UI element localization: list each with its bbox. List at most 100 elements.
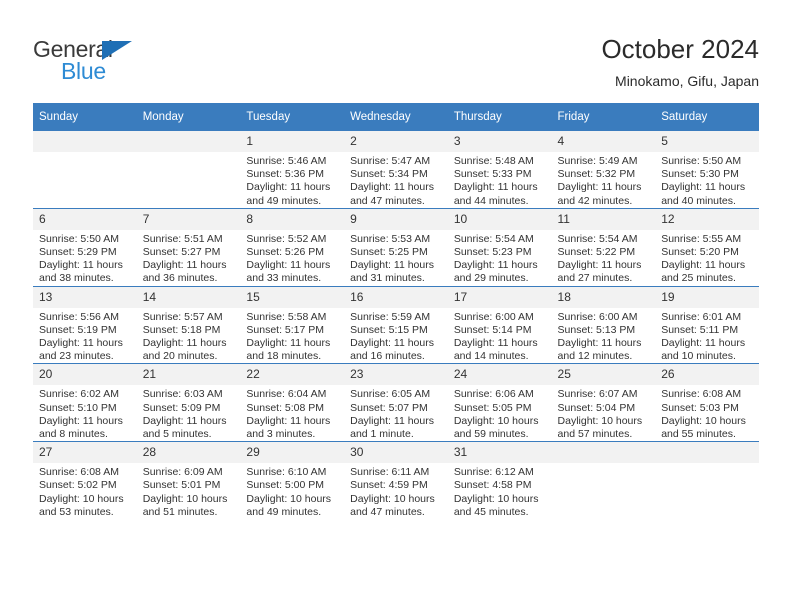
day-details: Sunrise: 6:08 AM Sunset: 5:02 PM Daylight:… <box>33 463 137 519</box>
day-number: 6 <box>33 208 137 230</box>
sunrise-text: Sunrise: 5:54 AM <box>453 232 534 245</box>
daylight-text: Daylight: 11 hours and 47 minutes. <box>350 181 434 207</box>
title-block: October 2024 Minokamo, Gifu, Japan <box>601 33 759 91</box>
day-details: Sunrise: 6:08 AM Sunset: 5:03 PM Daylight:… <box>655 385 759 441</box>
calendar-day-cell[interactable]: 2 Sunrise: 5:47 AM Sunset: 5:34 PM Daylight… <box>344 131 448 208</box>
day-number: 25 <box>551 364 656 386</box>
day-details: Sunrise: 5:50 AM Sunset: 5:29 PM Daylight:… <box>33 230 137 286</box>
sunrise-text: Sunrise: 5:49 AM <box>557 155 638 167</box>
calendar-day-cell[interactable]: 7 Sunrise: 5:51 AM Sunset: 5:27 PM Daylight… <box>136 207 241 287</box>
calendar-page: General Blue October 2024 Minokamo, Gifu… <box>0 0 792 612</box>
calendar-grid: Sunday Monday Tuesday Wednesday Thursday… <box>33 103 759 520</box>
sunrise-text: Sunrise: 6:09 AM <box>142 466 223 479</box>
day-number: 7 <box>136 208 241 230</box>
page-title: October 2024 <box>601 34 759 64</box>
day-number: 31 <box>447 442 552 464</box>
calendar-day-cell[interactable]: 10 Sunrise: 5:54 AM Sunset: 5:23 PM Dayligh… <box>447 207 552 287</box>
sunset-text: Sunset: 5:13 PM <box>557 323 636 336</box>
calendar-week-row: 6 Sunrise: 5:50 AM Sunset: 5:29 PM Daylight… <box>33 207 759 287</box>
day-number: 20 <box>33 364 137 386</box>
weekday-header-friday: Friday <box>551 103 656 131</box>
sunset-text: Sunset: 5:27 PM <box>142 246 221 259</box>
calendar-day-cell[interactable]: 21 Sunrise: 6:03 AM Sunset: 5:09 PM Dayligh… <box>136 363 241 442</box>
sunset-text: Sunset: 5:29 PM <box>39 246 117 259</box>
sunset-text: Sunset: 5:14 PM <box>453 323 532 336</box>
calendar-day-cell[interactable]: 8 Sunrise: 5:52 AM Sunset: 5:26 PM Daylight… <box>240 207 345 287</box>
logo-text-blue: Blue <box>61 58 106 84</box>
daylight-text: Daylight: 11 hours and 1 minute. <box>350 414 434 441</box>
daylight-text: Daylight: 11 hours and 5 minutes. <box>142 414 227 441</box>
calendar-body: 1 Sunrise: 5:46 AM Sunset: 5:36 PM Daylight… <box>33 131 759 520</box>
calendar-day-cell[interactable]: 25 Sunrise: 6:07 AM Sunset: 5:04 PM Dayligh… <box>551 363 656 442</box>
sunset-text: Sunset: 5:00 PM <box>246 479 325 492</box>
calendar-day-cell[interactable]: 1 Sunrise: 5:46 AM Sunset: 5:36 PM Daylight… <box>240 131 345 208</box>
sunset-text: Sunset: 5:11 PM <box>661 323 739 336</box>
sunrise-text: Sunrise: 5:48 AM <box>453 155 534 167</box>
calendar-day-cell[interactable]: 6 Sunrise: 5:50 AM Sunset: 5:29 PM Daylight… <box>33 207 137 287</box>
calendar-day-cell-empty <box>136 131 241 208</box>
calendar-day-cell[interactable]: 22 Sunrise: 6:04 AM Sunset: 5:08 PM Dayligh… <box>240 363 345 442</box>
sunset-text: Sunset: 5:01 PM <box>142 479 221 492</box>
calendar-day-cell[interactable]: 23 Sunrise: 6:05 AM Sunset: 5:07 PM Dayligh… <box>344 363 448 442</box>
day-number: 13 <box>33 286 137 308</box>
calendar-day-cell[interactable]: 19 Sunrise: 6:01 AM Sunset: 5:11 PM Dayligh… <box>655 285 759 364</box>
calendar-day-cell[interactable]: 11 Sunrise: 5:54 AM Sunset: 5:22 PM Dayligh… <box>551 207 656 287</box>
day-number: 5 <box>655 131 759 152</box>
calendar-day-cell[interactable]: 12 Sunrise: 5:55 AM Sunset: 5:20 PM Dayligh… <box>655 207 759 287</box>
day-number: 19 <box>655 286 759 308</box>
calendar-day-cell[interactable]: 5 Sunrise: 5:50 AM Sunset: 5:30 PM Daylight… <box>655 131 759 208</box>
day-details: Sunrise: 6:07 AM Sunset: 5:04 PM Daylight:… <box>552 385 656 441</box>
sunset-text: Sunset: 5:02 PM <box>39 479 117 492</box>
sunrise-text: Sunrise: 6:12 AM <box>453 466 534 479</box>
sunrise-text: Sunrise: 5:46 AM <box>246 155 327 167</box>
sunset-text: Sunset: 5:22 PM <box>557 246 636 259</box>
day-number: 2 <box>344 131 448 152</box>
sunrise-text: Sunrise: 5:55 AM <box>661 232 742 245</box>
calendar-day-cell[interactable]: 30 Sunrise: 6:11 AM Sunset: 4:59 PM Dayligh… <box>344 441 448 520</box>
daylight-text: Daylight: 11 hours and 16 minutes. <box>350 337 434 363</box>
sunrise-text: Sunrise: 5:53 AM <box>350 232 431 245</box>
calendar-day-cell[interactable]: 31 Sunrise: 6:12 AM Sunset: 4:58 PM Dayligh… <box>447 441 552 520</box>
calendar-day-cell[interactable]: 16 Sunrise: 5:59 AM Sunset: 5:15 PM Dayligh… <box>344 285 448 364</box>
calendar-day-cell[interactable]: 14 Sunrise: 5:57 AM Sunset: 5:18 PM Dayligh… <box>136 285 241 364</box>
calendar-week-row: 20 Sunrise: 6:02 AM Sunset: 5:10 PM Dayligh… <box>33 363 759 442</box>
calendar-day-cell[interactable]: 13 Sunrise: 5:56 AM Sunset: 5:19 PM Dayligh… <box>33 285 137 364</box>
daylight-text: Daylight: 11 hours and 14 minutes. <box>453 337 538 363</box>
calendar-day-cell[interactable]: 29 Sunrise: 6:10 AM Sunset: 5:00 PM Dayligh… <box>240 441 345 520</box>
daylight-text: Daylight: 10 hours and 47 minutes. <box>350 492 435 518</box>
calendar-day-cell[interactable]: 18 Sunrise: 6:00 AM Sunset: 5:13 PM Dayligh… <box>551 285 656 364</box>
general-blue-logo[interactable]: General Blue <box>33 36 163 84</box>
day-details: Sunrise: 5:52 AM Sunset: 5:26 PM Daylight:… <box>240 230 344 286</box>
weekday-header-thursday: Thursday <box>447 103 552 131</box>
sunset-text: Sunset: 5:05 PM <box>453 401 532 414</box>
day-number <box>33 131 137 152</box>
calendar-day-cell[interactable]: 26 Sunrise: 6:08 AM Sunset: 5:03 PM Dayligh… <box>655 363 759 442</box>
calendar-day-cell[interactable]: 15 Sunrise: 5:58 AM Sunset: 5:17 PM Dayligh… <box>240 285 345 364</box>
calendar-day-cell[interactable]: 3 Sunrise: 5:48 AM Sunset: 5:33 PM Daylight… <box>447 131 552 208</box>
calendar-day-cell[interactable]: 20 Sunrise: 6:02 AM Sunset: 5:10 PM Dayligh… <box>33 363 137 442</box>
calendar-day-cell[interactable]: 9 Sunrise: 5:53 AM Sunset: 5:25 PM Daylight… <box>344 207 448 287</box>
calendar-day-cell[interactable]: 24 Sunrise: 6:06 AM Sunset: 5:05 PM Dayligh… <box>447 363 552 442</box>
calendar-day-cell[interactable]: 27 Sunrise: 6:08 AM Sunset: 5:02 PM Dayligh… <box>33 441 137 520</box>
daylight-text: Daylight: 11 hours and 23 minutes. <box>39 337 123 363</box>
daylight-text: Daylight: 10 hours and 51 minutes. <box>142 492 228 518</box>
weekday-header-tuesday: Tuesday <box>240 103 345 131</box>
daylight-text: Daylight: 11 hours and 18 minutes. <box>246 337 331 363</box>
calendar-day-cell[interactable]: 4 Sunrise: 5:49 AM Sunset: 5:32 PM Daylight… <box>551 131 656 208</box>
daylight-text: Daylight: 10 hours and 59 minutes. <box>453 414 539 441</box>
calendar-day-cell-empty <box>655 441 759 520</box>
sunrise-text: Sunrise: 6:00 AM <box>557 310 638 323</box>
day-number: 1 <box>240 131 345 152</box>
day-details: Sunrise: 6:12 AM Sunset: 4:58 PM Daylight:… <box>448 463 552 519</box>
day-number <box>136 131 241 152</box>
daylight-text: Daylight: 11 hours and 29 minutes. <box>453 259 538 285</box>
calendar-day-cell[interactable]: 17 Sunrise: 6:00 AM Sunset: 5:14 PM Dayligh… <box>447 285 552 364</box>
day-number: 21 <box>136 364 241 386</box>
daylight-text: Daylight: 11 hours and 49 minutes. <box>246 181 331 207</box>
calendar-day-cell[interactable]: 28 Sunrise: 6:09 AM Sunset: 5:01 PM Dayligh… <box>136 441 241 520</box>
daylight-text: Daylight: 11 hours and 10 minutes. <box>661 337 746 363</box>
day-details: Sunrise: 6:11 AM Sunset: 4:59 PM Daylight:… <box>344 463 448 519</box>
sunrise-text: Sunrise: 5:58 AM <box>246 310 327 323</box>
sunrise-text: Sunrise: 6:02 AM <box>39 388 119 401</box>
sunset-text: Sunset: 5:19 PM <box>39 323 117 336</box>
